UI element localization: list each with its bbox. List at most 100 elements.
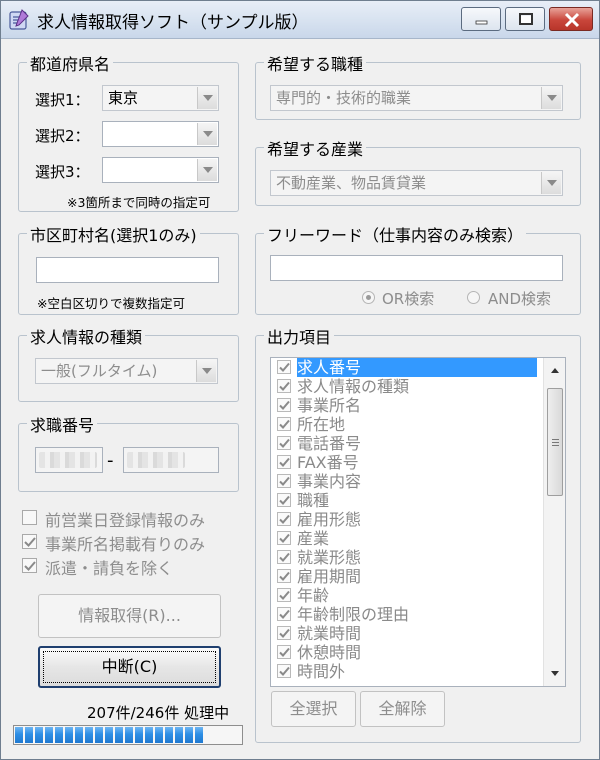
or-search-radio[interactable] [362,291,375,304]
output-items-list[interactable]: 求人番号 求人情報の種類 事業所名 所在地 電話番号 FAX番号 事業内容 職種 雇用形態 産業就… [270,357,566,687]
minimize-icon [475,20,488,25]
info-kind-select[interactable]: 一般(フルタイム) [35,358,218,384]
list-item[interactable]: FAX番号 [271,453,541,472]
list-item[interactable]: 年齢 [271,586,541,605]
list-item-checkbox[interactable] [277,512,291,526]
list-item[interactable]: 所在地 [271,415,541,434]
list-item[interactable]: 産業 [271,529,541,548]
dropdown-arrow-icon[interactable] [197,159,217,181]
list-item-checkbox[interactable] [277,493,291,507]
prefecture-legend: 都道府県名 [27,51,114,75]
list-item[interactable]: 時間外 [271,662,541,681]
close-button[interactable] [549,7,593,31]
progress-segment [25,727,33,743]
exclude-dispatch-label: 派遣・請負を除く [45,559,174,578]
progress-segment [185,727,193,743]
deselect-all-button[interactable]: 全解除 [360,691,445,727]
maximize-icon [519,13,533,25]
list-item-checkbox[interactable] [277,398,291,412]
info-kind-value: 一般(フルタイム) [41,362,158,380]
or-search-label: OR検索 [382,290,435,308]
list-item-label: 事業所名 [297,396,362,415]
list-item-checkbox[interactable] [277,436,291,450]
job-type-select[interactable]: 専門的・技術的職業 [270,85,563,111]
list-item-checkbox[interactable] [277,550,291,564]
free-word-legend: フリーワード（仕事内容のみ検索） [264,222,527,246]
checkmark-icon [279,609,290,619]
list-item[interactable]: 雇用期間 [271,567,541,586]
fetch-button[interactable]: 情報取得(R)... [38,594,221,638]
list-item-checkbox[interactable] [277,588,291,602]
city-input[interactable] [36,257,219,283]
list-item[interactable]: 職種 [271,491,541,510]
list-item[interactable]: 求人情報の種類 [271,377,541,396]
minimize-button[interactable] [461,7,501,31]
job-number-input-1[interactable] [35,447,103,473]
dropdown-arrow-icon[interactable] [197,123,217,145]
dropdown-arrow-icon[interactable] [541,172,561,194]
exclude-dispatch-checkbox[interactable] [22,558,37,573]
select-all-button[interactable]: 全選択 [271,691,356,727]
output-items: 求人番号 求人情報の種類 事業所名 所在地 電話番号 FAX番号 事業内容 職種 雇用形態 産業就… [271,358,541,681]
and-search-label: AND検索 [488,290,552,308]
scroll-up-icon[interactable] [546,362,564,380]
stop-button[interactable]: 中断(C) [38,646,221,688]
list-item[interactable]: 事業内容 [271,472,541,491]
prefecture-note: ※3箇所まで同時の指定可 [67,195,211,210]
list-item-label: 職種 [297,491,330,510]
progress-segment [125,727,133,743]
job-type-legend: 希望する職種 [264,51,367,75]
list-item-checkbox[interactable] [277,379,291,393]
title-bar[interactable]: 求人情報取得ソフト（サンプル版） [1,1,599,39]
scroll-thumb[interactable] [547,388,563,496]
list-item-checkbox[interactable] [277,626,291,640]
list-item-checkbox[interactable] [277,645,291,659]
list-item-checkbox[interactable] [277,417,291,431]
list-item[interactable]: 雇用形態 [271,510,541,529]
progress-segment [95,727,103,743]
list-item[interactable]: 就業形態 [271,548,541,567]
and-search-radio[interactable] [467,291,480,304]
progress-segment [15,727,23,743]
dropdown-arrow-icon[interactable] [196,360,216,382]
prefecture-select-2[interactable] [102,121,219,147]
list-item-label: 求人番号 [297,358,537,377]
progress-segment [175,727,183,743]
list-item-checkbox[interactable] [277,474,291,488]
list-item[interactable]: 年齢制限の理由 [271,605,541,624]
progress-segment [195,727,203,743]
with-company-name-checkbox[interactable] [22,534,37,549]
list-item-checkbox[interactable] [277,360,291,374]
list-item-checkbox[interactable] [277,607,291,621]
checkmark-icon [279,533,290,543]
list-item-checkbox[interactable] [277,455,291,469]
list-item-checkbox[interactable] [277,569,291,583]
job-number-input-2[interactable] [123,447,219,473]
list-item[interactable]: 事業所名 [271,396,541,415]
list-item-label: FAX番号 [297,453,359,472]
select3-label: 選択3： [35,163,90,181]
progress-segment [45,727,53,743]
list-item[interactable]: 求人番号 [271,358,541,377]
prev-day-only-checkbox[interactable] [22,510,37,525]
list-item-checkbox[interactable] [277,664,291,678]
scroll-down-icon[interactable] [546,664,564,682]
industry-select[interactable]: 不動産業、物品賃貸業 [270,170,563,196]
job-type-value: 専門的・技術的職業 [276,89,412,107]
prefecture-select-1[interactable]: 東京 [102,85,219,111]
list-item-checkbox[interactable] [277,531,291,545]
list-item[interactable]: 電話番号 [271,434,541,453]
prefecture-select-3[interactable] [102,157,219,183]
maximize-button[interactable] [505,7,545,31]
dropdown-arrow-icon[interactable] [541,87,561,109]
dropdown-arrow-icon[interactable] [197,87,217,109]
progress-segment [55,727,63,743]
list-scrollbar[interactable] [543,358,565,686]
info-kind-legend: 求人情報の種類 [27,324,146,348]
deselect-all-button-label: 全解除 [378,699,427,718]
checkmark-icon [279,362,290,372]
list-item[interactable]: 休憩時間 [271,643,541,662]
blurred-value [39,452,97,468]
list-item[interactable]: 就業時間 [271,624,541,643]
free-word-input[interactable] [270,255,563,281]
